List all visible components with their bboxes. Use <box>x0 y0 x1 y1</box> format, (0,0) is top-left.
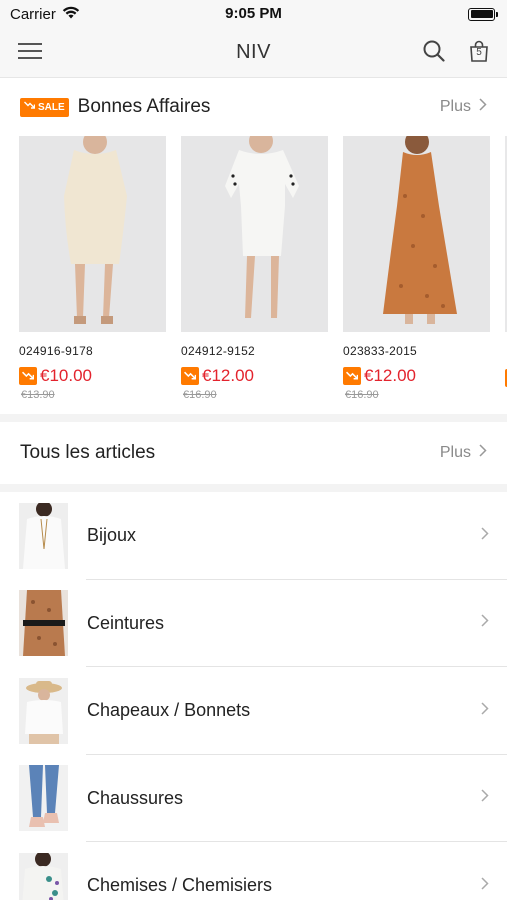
status-bar: Carrier 9:05 PM <box>0 0 507 28</box>
product-sku: 024912-9152 <box>181 344 256 358</box>
price-drop-icon <box>181 367 199 385</box>
category-thumbnail <box>19 502 68 569</box>
category-thumbnail <box>19 852 68 900</box>
price-row: €12.00 <box>343 366 490 386</box>
category-thumbnail <box>19 765 68 832</box>
product-sku: 023833-2015 <box>343 344 418 358</box>
deals-more-link[interactable]: Plus <box>440 98 487 116</box>
nav-bar: NIV 5 <box>0 28 507 78</box>
product-sku: 024916-9178 <box>19 344 94 358</box>
product-image <box>181 136 328 332</box>
cart-button[interactable]: 5 <box>469 40 489 65</box>
trend-down-icon <box>24 101 36 113</box>
product-price: €12.00 <box>202 366 254 385</box>
product-old-price: €16.90 <box>183 389 217 401</box>
chevron-right-icon <box>481 614 489 632</box>
deals-title: Bonnes Affaires <box>77 96 211 117</box>
wifi-icon <box>62 6 80 23</box>
hamburger-icon <box>18 42 42 63</box>
deals-carousel[interactable]: 024916-9178 €10.00 €13.90 024912-9152 €1… <box>0 136 507 414</box>
all-articles-more-link[interactable]: Plus <box>440 444 487 462</box>
status-left: Carrier <box>10 6 80 23</box>
price-row: €12.00 <box>181 366 328 386</box>
product-card[interactable]: 024912-9152 €12.00 €16.90 <box>181 136 328 414</box>
product-price: €12.00 <box>364 366 416 385</box>
carrier-label: Carrier <box>10 5 56 23</box>
price-row: €10.00 <box>19 366 166 386</box>
deals-header: SALE Bonnes Affaires Plus <box>0 78 507 136</box>
search-icon <box>423 40 445 65</box>
product-price: €10.00 <box>40 366 92 385</box>
category-list: Bijoux Ceintures Chapeaux / Bonnets Chau… <box>0 492 507 900</box>
category-label: Chaussures <box>87 787 184 808</box>
category-item-chemises-chemisiers[interactable]: Chemises / Chemisiers <box>0 842 507 900</box>
product-old-price: €16.90 <box>345 389 379 401</box>
section-divider <box>0 414 507 422</box>
category-item-chaussures[interactable]: Chaussures <box>0 755 507 843</box>
deals-more-label: Plus <box>439 98 471 115</box>
price-drop-icon <box>19 367 37 385</box>
category-item-ceintures[interactable]: Ceintures <box>0 580 507 668</box>
nav-actions: 5 <box>423 40 489 65</box>
category-item-chapeaux-bonnets[interactable]: Chapeaux / Bonnets <box>0 667 507 755</box>
chevron-right-icon <box>481 702 489 720</box>
all-articles-header: Tous les articles Plus <box>0 422 507 484</box>
deals-title-group: SALE Bonnes Affaires <box>20 96 210 118</box>
chevron-right-icon <box>479 444 487 462</box>
all-articles-title: Tous les articles <box>20 442 156 463</box>
chevron-right-icon <box>481 877 489 895</box>
product-card[interactable]: 024916-9178 €10.00 €13.90 <box>19 136 166 414</box>
category-label: Ceintures <box>87 612 165 633</box>
cart-count-badge: 5 <box>476 47 482 58</box>
product-card[interactable]: 023833-2015 €12.00 €16.90 <box>343 136 490 414</box>
chevron-right-icon <box>481 527 489 545</box>
product-image <box>343 136 490 332</box>
chevron-right-icon <box>479 98 487 116</box>
chevron-right-icon <box>481 789 489 807</box>
category-thumbnail <box>19 590 68 657</box>
category-item-bijoux[interactable]: Bijoux <box>0 492 507 580</box>
all-articles-more-label: Plus <box>439 444 471 461</box>
product-old-price: €13.90 <box>21 389 55 401</box>
product-image <box>19 136 166 332</box>
menu-button[interactable] <box>18 42 42 63</box>
category-label: Chemises / Chemisiers <box>87 875 273 896</box>
sale-badge: SALE <box>20 97 69 117</box>
search-button[interactable] <box>423 40 445 65</box>
category-label: Chapeaux / Bonnets <box>87 700 251 721</box>
category-label: Bijoux <box>87 525 137 546</box>
section-divider <box>0 484 507 492</box>
price-drop-icon <box>343 367 361 385</box>
sale-badge-label: SALE <box>38 101 65 113</box>
category-thumbnail <box>19 677 68 744</box>
battery-icon <box>468 7 498 21</box>
